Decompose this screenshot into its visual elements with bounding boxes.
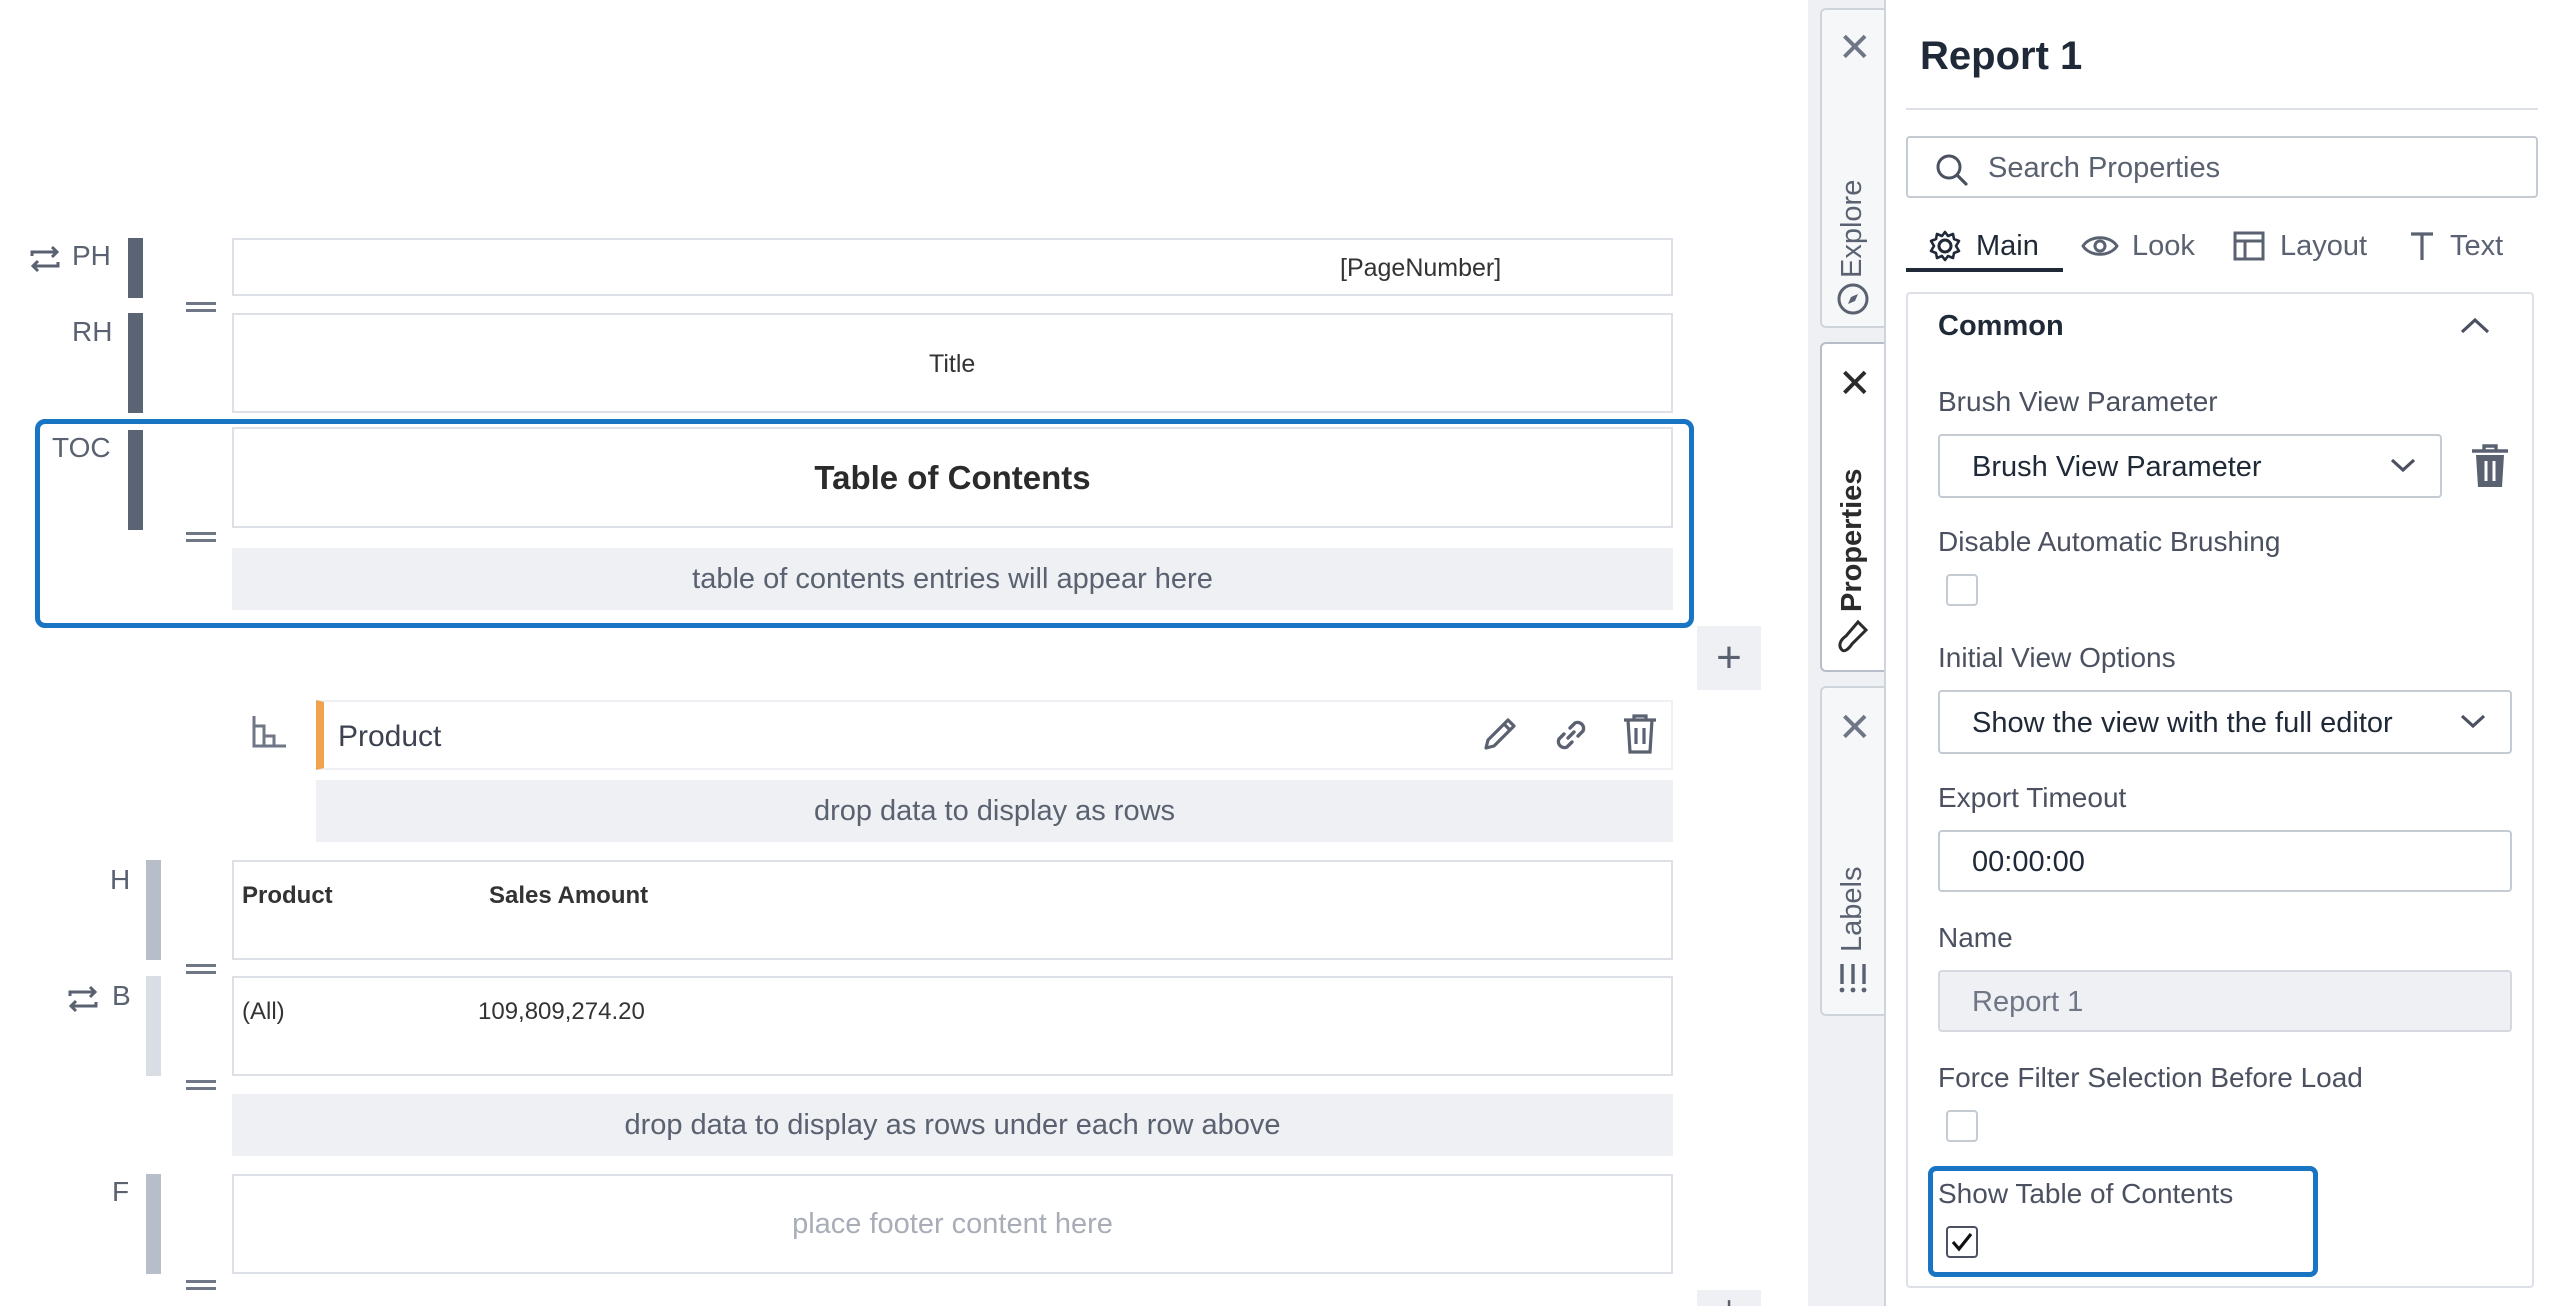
band-bar-b[interactable] xyxy=(146,976,161,1076)
band-bar-h[interactable] xyxy=(146,860,161,960)
initial-view-options-select[interactable]: Show the view with the full editor xyxy=(1938,690,2512,754)
band-label-toc: TOC xyxy=(52,432,111,463)
header-col-sales-amount[interactable]: Sales Amount xyxy=(489,882,648,910)
body-drop-zone[interactable]: drop data to display as rows under each … xyxy=(232,1094,1673,1156)
brush-view-parameter-select[interactable]: Brush View Parameter xyxy=(1938,434,2442,498)
search-placeholder: Search Properties xyxy=(1988,152,2221,184)
header-band[interactable] xyxy=(232,860,1673,960)
band-resize-grip[interactable] xyxy=(186,1080,216,1090)
panel-title: Report 1 xyxy=(1920,34,2083,78)
band-resize-grip[interactable] xyxy=(186,302,216,312)
band-label-b: B xyxy=(112,980,131,1011)
export-timeout-input[interactable]: 00:00:00 xyxy=(1938,830,2512,892)
close-properties-icon[interactable]: ✕ xyxy=(1838,364,1872,404)
show-table-of-contents-label: Show Table of Contents xyxy=(1938,1178,2234,1209)
tab-main-label: Main xyxy=(1976,229,2039,262)
edit-pencil-icon[interactable] xyxy=(1480,714,1520,754)
close-labels-icon[interactable]: ✕ xyxy=(1838,708,1872,748)
export-timeout-label: Export Timeout xyxy=(1938,782,2127,813)
tab-layout-label: Layout xyxy=(2280,229,2368,262)
compass-icon xyxy=(1837,283,1869,315)
tab-explore-label: Explore xyxy=(1836,179,1868,278)
checkmark-icon xyxy=(1951,1233,1973,1252)
paint-icon xyxy=(1838,619,1869,653)
group-row-product[interactable]: Product xyxy=(316,700,1673,770)
add-band-button-bottom[interactable]: + xyxy=(1697,1290,1761,1306)
band-bar-ph[interactable] xyxy=(128,238,143,298)
close-explore-icon[interactable]: ✕ xyxy=(1838,28,1872,68)
tab-explore[interactable]: ✕ Explore xyxy=(1820,8,1884,328)
search-icon xyxy=(1936,154,1968,186)
disable-automatic-brushing-checkbox[interactable] xyxy=(1946,574,1978,606)
active-tab-indicator xyxy=(1906,268,2063,272)
name-value: Report 1 xyxy=(1972,986,2084,1018)
tab-properties[interactable]: ✕ Properties xyxy=(1820,342,1884,672)
report-canvas: PH [PageNumber] RH Title TOC Table of Co… xyxy=(0,0,1808,1306)
band-bar-toc[interactable] xyxy=(128,430,143,530)
repeat-icon[interactable] xyxy=(28,244,62,274)
band-label-h: H xyxy=(110,864,131,895)
tab-look-label: Look xyxy=(2132,229,2195,262)
link-icon[interactable] xyxy=(1550,714,1592,756)
group-name: Product xyxy=(338,720,442,753)
tab-text[interactable]: Text xyxy=(2408,218,2503,274)
body-sales-amount-value[interactable]: 109,809,274.20 xyxy=(478,998,645,1026)
tab-text-label: Text xyxy=(2450,229,2504,262)
band-bar-rh[interactable] xyxy=(128,313,143,413)
group-drop-zone[interactable]: drop data to display as rows xyxy=(316,780,1673,842)
band-bar-f[interactable] xyxy=(146,1174,161,1274)
eye-icon xyxy=(2081,236,2119,256)
name-label: Name xyxy=(1938,922,2013,953)
band-label-rh: RH xyxy=(72,316,113,347)
brush-view-parameter-value: Brush View Parameter xyxy=(1972,451,2262,483)
tab-layout[interactable]: Layout xyxy=(2232,218,2367,274)
toc-title[interactable]: Table of Contents xyxy=(232,427,1673,528)
show-table-of-contents-checkbox[interactable] xyxy=(1946,1226,1978,1258)
header-col-product[interactable]: Product xyxy=(242,882,333,910)
clear-trash-icon[interactable] xyxy=(2468,443,2512,489)
disable-automatic-brushing-label: Disable Automatic Brushing xyxy=(1938,526,2281,557)
force-filter-selection-checkbox[interactable] xyxy=(1946,1110,1978,1142)
band-label-f: F xyxy=(112,1176,130,1207)
body-product-value[interactable]: (All) xyxy=(242,998,285,1026)
tab-labels-label: Labels xyxy=(1836,866,1868,952)
brush-view-parameter-label: Brush View Parameter xyxy=(1938,386,2218,417)
band-resize-grip[interactable] xyxy=(186,532,216,542)
gear-icon xyxy=(1929,230,1961,262)
tab-look[interactable]: Look xyxy=(2080,218,2195,274)
layout-icon xyxy=(2233,231,2265,261)
band-resize-grip[interactable] xyxy=(186,1280,216,1290)
chevron-down-icon xyxy=(2390,458,2416,473)
footer-band[interactable]: place footer content here xyxy=(232,1174,1673,1274)
force-filter-selection-label: Force Filter Selection Before Load xyxy=(1938,1062,2363,1093)
hierarchy-icon xyxy=(252,716,286,748)
report-title-field[interactable]: Title xyxy=(929,350,975,379)
trash-icon[interactable] xyxy=(1620,712,1660,756)
add-band-button[interactable]: + xyxy=(1697,626,1761,690)
section-title-common[interactable]: Common xyxy=(1938,310,2064,343)
band-label-ph: PH xyxy=(72,240,111,271)
initial-view-options-label: Initial View Options xyxy=(1938,642,2176,673)
body-band[interactable] xyxy=(232,976,1673,1076)
labels-list-icon xyxy=(1839,964,1867,993)
chevron-up-icon[interactable] xyxy=(2458,314,2492,338)
initial-view-options-value: Show the view with the full editor xyxy=(1972,707,2393,739)
chevron-down-icon xyxy=(2460,714,2486,729)
repeat-icon[interactable] xyxy=(66,984,100,1014)
export-timeout-value: 00:00:00 xyxy=(1972,846,2085,878)
divider xyxy=(1906,108,2538,110)
text-icon xyxy=(2411,232,2433,260)
tab-main[interactable]: Main xyxy=(1928,218,2039,274)
band-resize-grip[interactable] xyxy=(186,964,216,974)
tab-properties-label: Properties xyxy=(1836,468,1868,612)
search-properties-input[interactable]: Search Properties xyxy=(1906,136,2538,198)
toc-entries-placeholder: table of contents entries will appear he… xyxy=(232,548,1673,610)
page-number-field[interactable]: [PageNumber] xyxy=(1340,254,1501,283)
name-input: Report 1 xyxy=(1938,970,2512,1032)
tab-labels[interactable]: ✕ Labels xyxy=(1820,686,1884,1016)
